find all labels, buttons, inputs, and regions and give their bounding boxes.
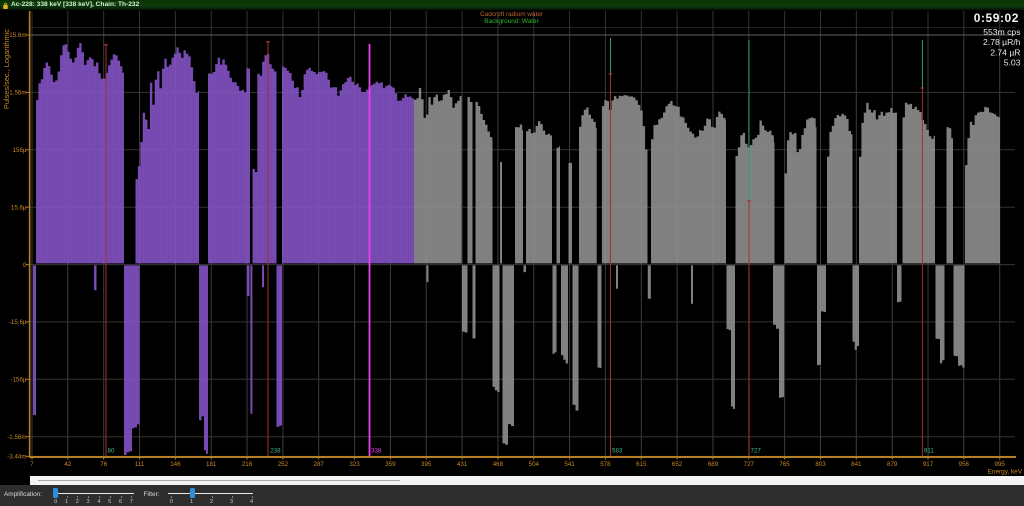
svg-text:956: 956 <box>959 461 970 468</box>
svg-text:216: 216 <box>242 461 253 468</box>
svg-text:1.56m: 1.56m <box>9 90 26 97</box>
svg-text:111: 111 <box>135 461 145 468</box>
svg-text:841: 841 <box>851 461 862 468</box>
svg-text:917: 917 <box>923 461 934 468</box>
svg-text:252: 252 <box>278 461 289 468</box>
svg-text:-156µ: -156µ <box>11 377 27 384</box>
svg-text:0: 0 <box>23 262 27 269</box>
svg-text:146: 146 <box>170 461 181 468</box>
svg-text:652: 652 <box>672 461 683 468</box>
svg-text:583: 583 <box>612 448 623 455</box>
svg-text:238: 238 <box>270 448 281 455</box>
svg-text:-3.44m: -3.44m <box>7 454 26 461</box>
svg-text:765: 765 <box>779 461 790 468</box>
svg-text:578: 578 <box>600 461 611 468</box>
svg-text:911: 911 <box>924 448 934 455</box>
svg-text:80: 80 <box>108 448 115 455</box>
svg-text:615: 615 <box>636 461 647 468</box>
svg-text:287: 287 <box>314 461 325 468</box>
svg-text:468: 468 <box>493 461 504 468</box>
svg-text:Pulses/sec., Logarithmic: Pulses/sec., Logarithmic <box>2 29 11 109</box>
svg-text:727: 727 <box>744 461 755 468</box>
svg-text:879: 879 <box>887 461 898 468</box>
svg-text:156µ: 156µ <box>13 147 27 154</box>
svg-text:803: 803 <box>815 461 826 468</box>
svg-text:76: 76 <box>100 461 107 468</box>
svg-text:15.6µ: 15.6µ <box>11 204 27 211</box>
svg-text:395: 395 <box>421 461 432 468</box>
svg-text:Background: Water: Background: Water <box>484 18 539 25</box>
svg-text:Energy, keV: Energy, keV <box>988 469 1023 476</box>
svg-text:2.74 µR: 2.74 µR <box>990 47 1020 57</box>
svg-text:504: 504 <box>529 461 540 468</box>
svg-text:-15.6µ: -15.6µ <box>9 319 27 326</box>
svg-text:15.6m: 15.6m <box>9 32 26 39</box>
svg-text:689: 689 <box>708 461 719 468</box>
svg-text:2.78 µR/h: 2.78 µR/h <box>983 37 1021 47</box>
svg-text:5.03: 5.03 <box>1004 58 1021 68</box>
svg-text:7: 7 <box>30 461 34 468</box>
svg-text:323: 323 <box>349 461 360 468</box>
svg-text:727: 727 <box>751 448 762 455</box>
svg-text:541: 541 <box>564 461 575 468</box>
svg-text:181: 181 <box>206 461 217 468</box>
svg-text:359: 359 <box>385 461 396 468</box>
svg-text:42: 42 <box>64 461 71 468</box>
svg-text:0:59:02: 0:59:02 <box>974 11 1019 25</box>
svg-text:431: 431 <box>457 461 468 468</box>
svg-text:553m cps: 553m cps <box>983 27 1020 37</box>
svg-text:-1.56m: -1.56m <box>7 434 26 441</box>
svg-text:338: 338 <box>371 448 382 455</box>
svg-text:995: 995 <box>995 461 1006 468</box>
